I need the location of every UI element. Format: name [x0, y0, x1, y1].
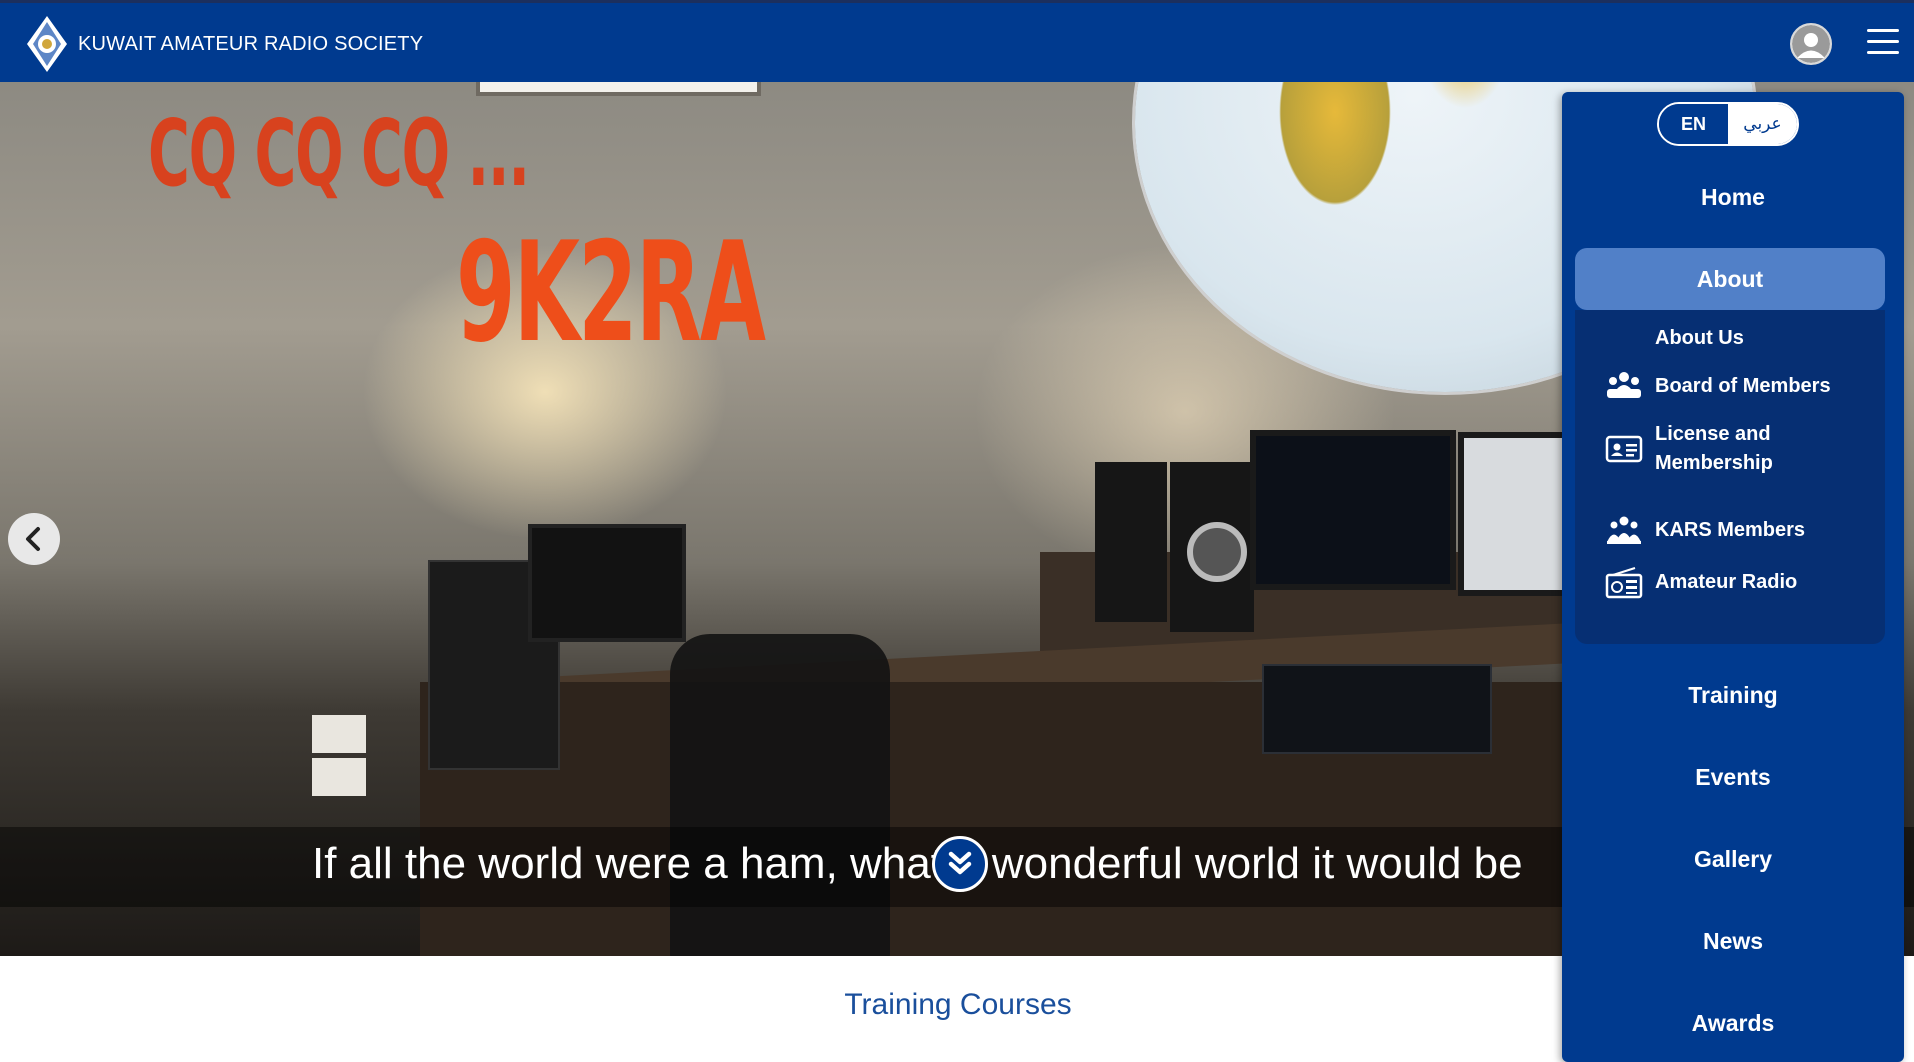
speaker-right	[1170, 462, 1254, 632]
submenu-label: License and Membership	[1655, 423, 1773, 474]
nav-item-about[interactable]: About	[1575, 248, 1885, 310]
nav-item-home[interactable]: Home	[1562, 184, 1904, 211]
nav-item-training[interactable]: Training	[1562, 682, 1904, 709]
radio-transceiver	[1262, 664, 1492, 754]
wall-text-cq: CQ CQ CQ ...	[148, 100, 530, 207]
members-people-icon	[1607, 516, 1641, 544]
monitor-left	[528, 524, 686, 642]
nav-drawer: EN عربي Home About About Us Board of Mem…	[1562, 92, 1904, 1062]
double-chevron-down-icon	[948, 851, 972, 875]
slide-caption: If all the world were a ham, what a wond…	[312, 839, 1523, 888]
wall-text-callsign: 9K2RA	[456, 212, 766, 373]
hamburger-menu-icon[interactable]	[1867, 29, 1899, 59]
kars-logo-icon[interactable]	[26, 15, 68, 73]
group-people-icon	[1607, 372, 1641, 398]
submenu-label: Amateur Radio	[1655, 571, 1798, 593]
radio-icon	[1605, 567, 1643, 599]
id-card-icon	[1605, 435, 1643, 463]
nav-item-events[interactable]: Events	[1562, 764, 1904, 791]
language-toggle[interactable]: EN عربي	[1657, 102, 1799, 146]
site-title[interactable]: KUWAIT AMATEUR RADIO SOCIETY	[78, 33, 423, 56]
nav-item-awards[interactable]: Awards	[1562, 1010, 1904, 1037]
submenu-label: KARS Members	[1655, 519, 1806, 541]
submenu-label: Board of Members	[1655, 375, 1831, 397]
monitor-center	[1250, 430, 1456, 590]
about-submenu: About Us Board of Members License and Me…	[1575, 310, 1885, 644]
user-account-icon[interactable]	[1790, 23, 1832, 65]
speaker-left	[1095, 462, 1167, 622]
wall-outlets	[312, 715, 442, 796]
office-chair	[670, 634, 890, 956]
nav-item-gallery[interactable]: Gallery	[1562, 846, 1904, 873]
nav-item-news[interactable]: News	[1562, 928, 1904, 955]
chevron-left-icon	[26, 527, 40, 551]
training-courses-heading: Training Courses	[844, 988, 1072, 1021]
lang-en-option[interactable]: EN	[1659, 104, 1728, 144]
wall-picture-frame	[476, 82, 761, 96]
submenu-label: About Us	[1655, 327, 1744, 349]
site-header: KUWAIT AMATEUR RADIO SOCIETY	[0, 0, 1914, 82]
slider-prev-button[interactable]	[8, 513, 60, 565]
scroll-down-button[interactable]	[932, 836, 988, 892]
lang-ar-option[interactable]: عربي	[1728, 104, 1797, 144]
